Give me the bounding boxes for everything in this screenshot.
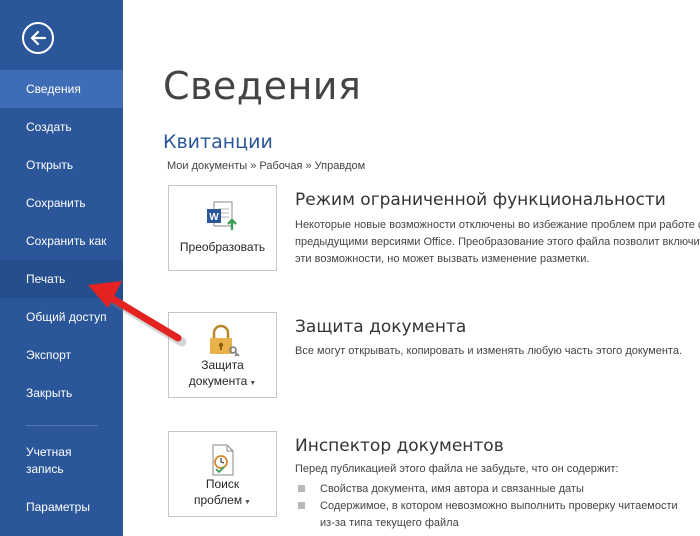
sidebar-item-save-as[interactable]: Сохранить как bbox=[0, 222, 123, 260]
sidebar-item-options[interactable]: Параметры bbox=[0, 488, 123, 526]
word-convert-icon: W bbox=[207, 201, 237, 230]
convert-button-label: Преобразовать bbox=[179, 240, 266, 254]
sidebar-divider bbox=[26, 425, 98, 426]
check-issues-label: Поиск проблем ▼ bbox=[169, 476, 276, 511]
document-name: Квитанции bbox=[163, 131, 273, 153]
back-button[interactable] bbox=[22, 22, 54, 54]
protect-document-title: Защита документа bbox=[295, 317, 467, 337]
check-issues-label-line1: Поиск bbox=[205, 477, 240, 491]
bullet-text: Свойства документа, имя автора и связанн… bbox=[320, 483, 584, 495]
bullet-icon bbox=[298, 485, 305, 492]
sidebar-item-open[interactable]: Открыть bbox=[0, 146, 123, 184]
chevron-down-icon: ▼ bbox=[242, 499, 251, 506]
sidebar-item-save[interactable]: Сохранить bbox=[0, 184, 123, 222]
lock-key-icon bbox=[210, 324, 240, 357]
sidebar-item-new[interactable]: Создать bbox=[0, 108, 123, 146]
sidebar-item-share[interactable]: Общий доступ bbox=[0, 298, 123, 336]
protect-label-line1: Защита bbox=[201, 358, 244, 372]
svg-text:W: W bbox=[209, 212, 219, 223]
inspect-document-title: Инспектор документов bbox=[295, 436, 504, 456]
inspect-document-description: Перед публикацией этого файла не забудьт… bbox=[295, 463, 619, 475]
protect-label-line2: документа bbox=[188, 374, 248, 388]
arrow-left-icon bbox=[30, 30, 47, 46]
compat-mode-title: Режим ограниченной функциональности bbox=[295, 190, 666, 210]
compat-mode-description: Некоторые новые возможности отключены во… bbox=[295, 219, 700, 265]
bullet-text: Содержимое, в котором невозможно выполни… bbox=[320, 500, 678, 512]
protect-document-button[interactable]: Защита документа ▼ bbox=[168, 312, 277, 398]
sidebar-item-close[interactable]: Закрыть bbox=[0, 374, 123, 412]
document-path[interactable]: Мои документы » Рабочая » Управдом bbox=[167, 160, 365, 172]
chevron-down-icon: ▼ bbox=[247, 380, 257, 387]
protect-document-label: Защита документа ▼ bbox=[169, 357, 276, 392]
inspect-document-icon bbox=[212, 444, 234, 476]
sidebar-item-export[interactable]: Экспорт bbox=[0, 336, 123, 374]
check-issues-label-line2: проблем bbox=[194, 493, 243, 507]
sidebar-item-info[interactable]: Сведения bbox=[0, 70, 123, 108]
check-for-issues-button[interactable]: Поиск проблем ▼ bbox=[168, 431, 277, 517]
bullet-icon bbox=[298, 502, 305, 509]
page-title: Сведения bbox=[163, 64, 362, 108]
protect-document-description: Все могут открывать, копировать и изменя… bbox=[295, 345, 683, 357]
bullet-text: из-за типа текущего файла bbox=[320, 517, 459, 529]
sidebar-item-account[interactable]: Учетная запись bbox=[0, 436, 110, 486]
convert-button[interactable]: W Преобразовать bbox=[168, 185, 277, 271]
sidebar-item-print[interactable]: Печать bbox=[0, 260, 123, 298]
backstage-sidebar: Сведения Создать Открыть Сохранить Сохра… bbox=[0, 0, 123, 536]
